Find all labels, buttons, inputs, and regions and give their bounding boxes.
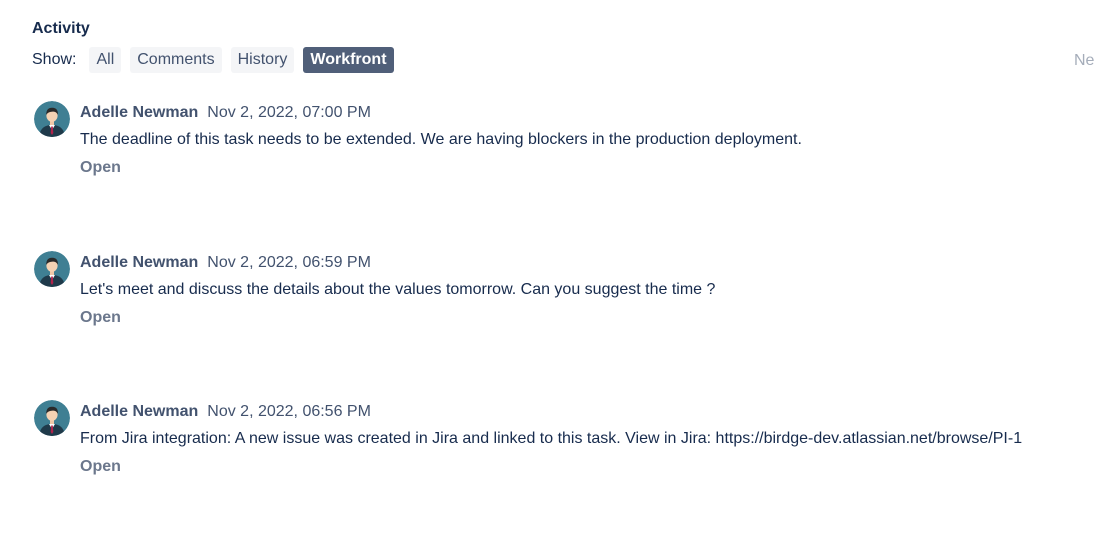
entry-message: From Jira integration: A new issue was c…	[80, 430, 1023, 447]
entry-meta: Adelle Newman Nov 2, 2022, 06:56 PM	[80, 403, 371, 421]
sort-order-link[interactable]: Ne	[1074, 52, 1094, 70]
entry-open-link[interactable]: Open	[80, 458, 121, 476]
filter-comments-button[interactable]: Comments	[130, 47, 222, 73]
show-label: Show:	[32, 51, 77, 68]
entry-message: The deadline of this task needs to be ex…	[80, 131, 802, 148]
filter-all-button[interactable]: All	[89, 47, 122, 73]
entry-timestamp: Nov 2, 2022, 06:59 PM	[207, 254, 371, 271]
user-avatar-icon	[34, 101, 70, 137]
entry-timestamp: Nov 2, 2022, 07:00 PM	[207, 104, 371, 121]
entry-meta: Adelle Newman Nov 2, 2022, 07:00 PM	[80, 104, 371, 122]
entry-author[interactable]: Adelle Newman	[80, 104, 198, 121]
filter-workfront-button[interactable]: Workfront	[303, 47, 394, 73]
filter-history-button[interactable]: History	[230, 47, 295, 73]
entry-open-link[interactable]: Open	[80, 309, 121, 327]
entry-timestamp: Nov 2, 2022, 06:56 PM	[207, 403, 371, 420]
entry-meta: Adelle Newman Nov 2, 2022, 06:59 PM	[80, 254, 371, 272]
activity-title: Activity	[32, 20, 90, 37]
entry-open-link[interactable]: Open	[80, 159, 121, 177]
entry-author[interactable]: Adelle Newman	[80, 254, 198, 271]
entry-message: Let's meet and discuss the details about…	[80, 281, 716, 298]
activity-panel: Activity Show: All Comments History Work…	[0, 0, 1096, 533]
activity-filter-bar: Show: All Comments History Workfront	[32, 47, 403, 73]
entry-author[interactable]: Adelle Newman	[80, 403, 198, 420]
user-avatar-icon	[34, 400, 70, 436]
user-avatar-icon	[34, 251, 70, 287]
